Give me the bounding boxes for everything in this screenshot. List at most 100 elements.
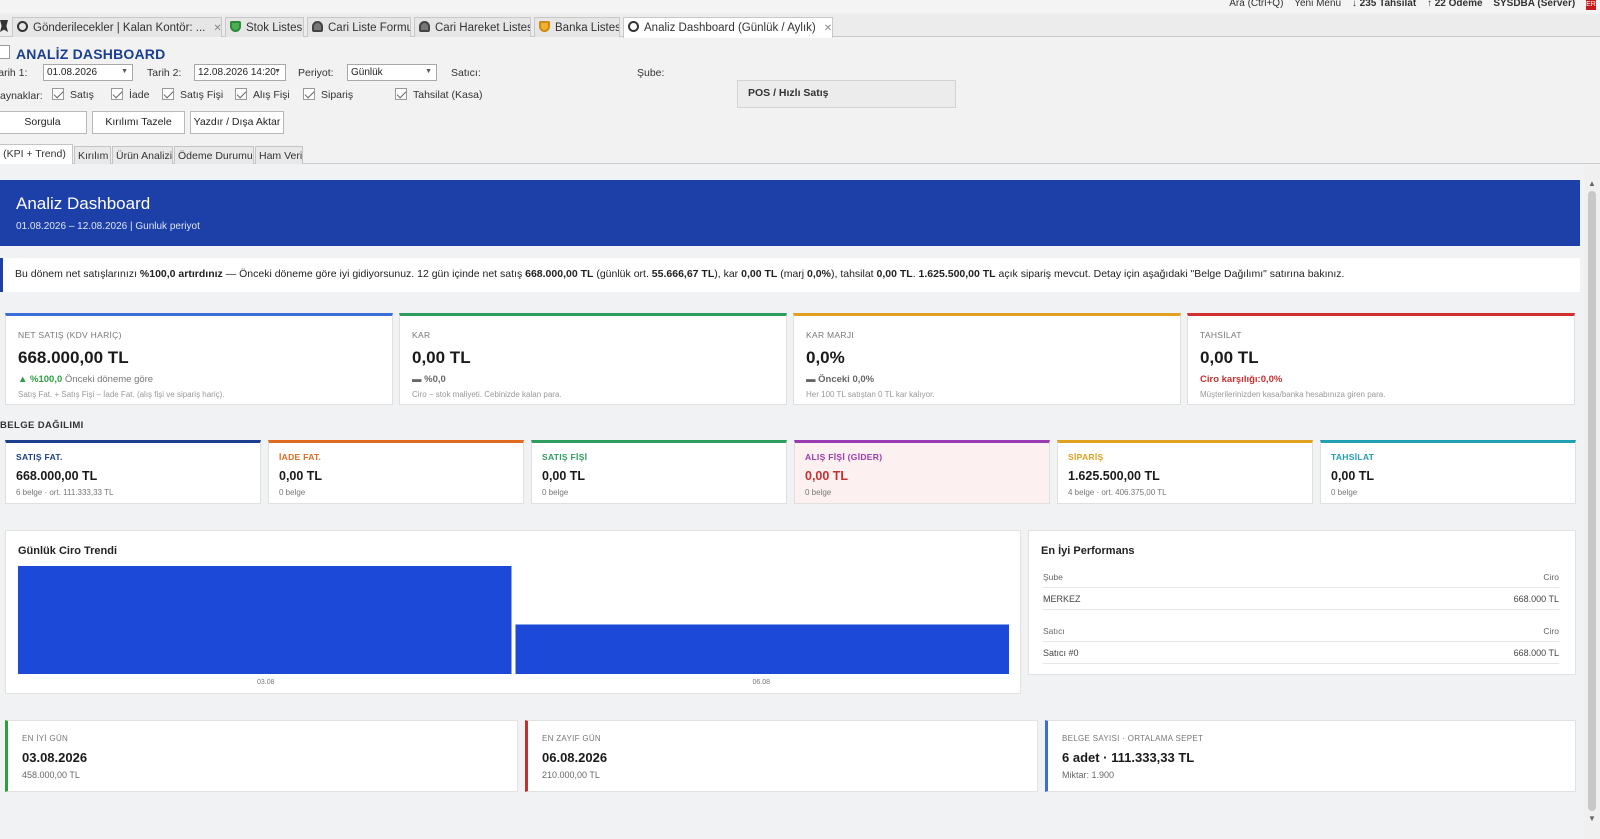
source-checkbox-alis-fisi[interactable]: Alış Fişi [235, 88, 290, 101]
kpi-description: Müşterilerinizden kasa/banka hesabınıza … [1200, 390, 1386, 399]
stat-value: 06.08.2026 [542, 750, 608, 765]
pin-icon[interactable] [0, 20, 8, 32]
kpi-description: Satış Fat. + Satış Fişi – İade Fat. (alı… [18, 390, 225, 399]
checkbox-checked-icon [52, 88, 64, 100]
source-checkbox-iade[interactable]: İade [111, 88, 149, 101]
doc-card-sub: 0 belge [805, 488, 832, 497]
status-bar: Ara (Ctrl+Q) Yeni Menü ↓ 235 Tahsilat ↑ … [0, 0, 1600, 12]
stat-label: EN ZAYIF GÜN [542, 734, 602, 743]
kpi-value: 668.000,00 TL [18, 348, 129, 367]
doc-card-iade-fat[interactable]: İADE FAT. 0,00 TL 0 belge [268, 440, 524, 504]
sources-label: Kaynaklar: [0, 90, 43, 102]
chart-bar[interactable] [18, 566, 512, 674]
checkbox-checked-icon [111, 88, 123, 100]
print-export-button[interactable]: Yazdır / Dışa Aktar [190, 111, 284, 134]
best-performance-panel: En İyi Performans Şube Ciro MERKEZ 668.0… [1028, 530, 1576, 675]
kpi-collection: TAHSİLAT 0,00 TL Ciro karşılığı:0,0% Müş… [1187, 313, 1575, 405]
daily-revenue-chart-panel: Günlük Ciro Trendi 03.08 06.08 [5, 530, 1021, 694]
tab-cari-liste-formu[interactable]: Cari Liste Formu [307, 17, 411, 37]
table-row[interactable]: Satıcı #0 668.000 TL [1043, 642, 1559, 664]
source-checkbox-satis[interactable]: Satış [52, 88, 94, 101]
hero-subtitle: 01.08.2026 – 12.08.2026 | Gunluk periyot [16, 221, 200, 232]
stat-sub: 210.000,00 TL [542, 770, 600, 780]
table-row[interactable]: MERKEZ 668.000 TL [1043, 588, 1559, 610]
doc-card-label: TAHSİLAT [1331, 452, 1375, 462]
source-checkbox-satis-fisi[interactable]: Satış Fişi [162, 88, 223, 101]
table-header: Satıcı Ciro [1043, 620, 1559, 642]
kpi-delta: ▬ Önceki 0,0% [806, 374, 875, 385]
stat-document-count: BELGE SAYISI · ORTALAMA SEPET 6 adet · 1… [1045, 720, 1576, 792]
tab-urun-analizi[interactable]: Ürün Analizi [112, 146, 173, 164]
filter-header: ANALİZ DASHBOARD Tarih 1: 01.08.2026▼ Ta… [0, 38, 1600, 164]
stat-sub: Miktar: 1.900 [1062, 770, 1115, 780]
date1-field[interactable]: 01.08.2026 ▼ [43, 64, 133, 81]
stat-weakest-day: EN ZAYIF GÜN 06.08.2026 210.000,00 TL [525, 720, 1038, 792]
date2-field[interactable]: 12.08.2026 14:20: ▼ [194, 64, 286, 81]
query-button[interactable]: Sorgula [0, 111, 87, 134]
pos-quick-sale-panel[interactable]: POS / Hızlı Satış [737, 80, 956, 108]
tab-kirilim[interactable]: Kırılım [74, 146, 111, 164]
collections-count[interactable]: ↓ 235 Tahsilat [1352, 0, 1416, 9]
kpi-description: Her 100 TL satıştan 0 TL kar kalıyor. [806, 390, 935, 399]
checkbox-checked-icon [303, 88, 315, 100]
doc-card-sub: 4 belge · ort. 406.375,00 TL [1068, 488, 1167, 497]
hero-banner: Analiz Dashboard 01.08.2026 – 12.08.2026… [0, 180, 1580, 246]
kpi-label: NET SATIŞ (KDV HARİÇ) [18, 330, 122, 340]
doc-card-value: 0,00 TL [279, 469, 323, 483]
chart-tick-label: 03.08 [257, 679, 275, 686]
period-select[interactable]: Günlük ▼ [347, 64, 437, 81]
tab-odeme-durumu[interactable]: Ödeme Durumu [174, 146, 254, 164]
checkbox-checked-icon [235, 88, 247, 100]
close-icon[interactable]: ✕ [213, 23, 221, 34]
source-checkbox-tahsilat[interactable]: Tahsilat (Kasa) [395, 88, 482, 101]
doc-card-value: 668.000,00 TL [16, 469, 98, 483]
shield-icon [230, 21, 241, 32]
doc-card-sub: 6 belge · ort. 111.333,33 TL [16, 488, 114, 497]
doc-card-siparis[interactable]: SİPARİŞ 1.625.500,00 TL 4 belge · ort. 4… [1057, 440, 1313, 504]
vertical-scrollbar[interactable]: ▲ ▼ [1584, 165, 1600, 839]
chart-bar[interactable] [515, 624, 1010, 674]
tab-stok-listesi[interactable]: Stok Listesi [225, 17, 304, 37]
kpi-delta: ▲ %100,0 Önceki döneme göre [18, 374, 154, 385]
search-shortcut[interactable]: Ara (Ctrl+Q) [1229, 0, 1283, 9]
panel-toggle[interactable] [0, 45, 10, 59]
doc-card-sub: 0 belge [542, 488, 569, 497]
new-menu-link[interactable]: Yeni Menü [1294, 0, 1341, 9]
doc-card-satis-fat[interactable]: SATIŞ FAT. 668.000,00 TL 6 belge · ort. … [5, 440, 261, 504]
doc-card-alis-fisi[interactable]: ALIŞ FİŞİ (GİDER) 0,00 TL 0 belge [794, 440, 1050, 504]
tab-gonderilecekler[interactable]: Gönderilecekler | Kalan Kontör: ... ✕ [12, 17, 222, 37]
dashboard-content: Analiz Dashboard 01.08.2026 – 12.08.2026… [0, 165, 1584, 839]
scrollbar-thumb[interactable] [1588, 191, 1596, 811]
clock-icon [17, 21, 28, 32]
kpi-profit: KAR 0,00 TL ▬ %0,0 Ciro − stok maliyeti.… [399, 313, 787, 405]
doc-card-satis-fisi[interactable]: SATIŞ FİŞİ 0,00 TL 0 belge [531, 440, 787, 504]
stat-value: 6 adet · 111.333,33 TL [1062, 750, 1195, 765]
doc-card-tahsilat[interactable]: TAHSİLAT 0,00 TL 0 belge [1320, 440, 1576, 504]
doc-card-label: ALIŞ FİŞİ (GİDER) [805, 452, 883, 462]
close-icon[interactable]: ✕ [824, 23, 832, 34]
tab-analiz-dashboard[interactable]: Analiz Dashboard (Günlük / Aylık) ✕ [623, 17, 833, 38]
doc-card-sub: 0 belge [279, 488, 306, 497]
doc-card-label: SATIŞ FİŞİ [542, 452, 588, 462]
clock-icon [628, 21, 639, 32]
summary-text: Bu dönem net satışlarınızı %100,0 artırd… [0, 258, 1580, 292]
refresh-breakdown-button[interactable]: Kırılımı Tazele [92, 111, 185, 134]
source-checkbox-siparis[interactable]: Sipariş [303, 88, 353, 101]
branch-table: Şube Ciro MERKEZ 668.000 TL [1043, 566, 1559, 610]
stat-best-day: EN İYİ GÜN 03.08.2026 458.000,00 TL [5, 720, 518, 792]
tab-ham-veri[interactable]: Ham Veri [255, 146, 303, 164]
stat-sub: 458.000,00 TL [22, 770, 80, 780]
payments-count[interactable]: ↑ 22 Ödeme [1427, 0, 1483, 9]
chevron-up-icon[interactable]: ▲ [1588, 179, 1596, 188]
doc-card-value: 1.625.500,00 TL [1068, 469, 1160, 483]
page-title: ANALİZ DASHBOARD [16, 46, 166, 62]
tab-cari-hareket-listesi[interactable]: Cari Hareket Listesi [414, 17, 531, 37]
performance-title: En İyi Performans [1041, 545, 1135, 557]
tab-ozet[interactable]: Özet (KPI + Trend) [0, 144, 73, 164]
tab-banka-listesi[interactable]: Banka Listesi [534, 17, 620, 37]
kpi-label: KAR [412, 330, 431, 340]
checkbox-checked-icon [395, 88, 407, 100]
stat-label: BELGE SAYISI · ORTALAMA SEPET [1062, 734, 1204, 743]
table-header: Şube Ciro [1043, 566, 1559, 588]
chevron-down-icon[interactable]: ▼ [1588, 814, 1596, 823]
